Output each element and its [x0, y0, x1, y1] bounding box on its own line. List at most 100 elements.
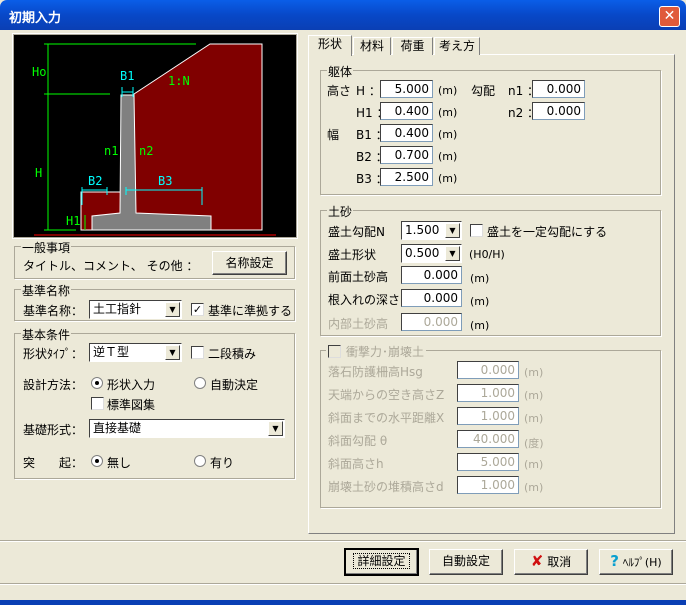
b2-unit: (m): [438, 150, 458, 163]
foundation-select[interactable]: 直接基礎 ▼: [89, 419, 285, 438]
impact-row-label: 斜面勾配 θ: [328, 434, 388, 448]
fill-shape-label: 盛土形状: [328, 248, 377, 262]
two-stage-label: 二段積み: [208, 347, 257, 361]
tab-approach[interactable]: 考え方: [434, 37, 480, 55]
standard-checkbox-label: 基準に準拠する: [208, 304, 293, 318]
n2-input[interactable]: 0.000: [532, 102, 585, 120]
impact-row-unit: (m): [524, 366, 544, 379]
wall-diagram: Ho H H1 n1 n2 1:N B1 B2 B3: [14, 35, 296, 237]
impact-row-input: 1.000: [457, 384, 519, 402]
two-stage-checkbox[interactable]: [191, 346, 204, 359]
fill-shape-unit: (H0/H): [469, 248, 505, 261]
b2-input[interactable]: 0.700: [380, 146, 433, 164]
label-b2: B2: [88, 174, 102, 188]
h1-unit: (m): [438, 106, 458, 119]
const-slope-checkbox[interactable]: [470, 224, 483, 237]
b3-input[interactable]: 2.500: [380, 168, 433, 186]
impact-row-label: 崩壊土砂の堆積高さd: [328, 480, 444, 494]
cancel-label: 取消: [547, 555, 572, 569]
impact-checkbox: [328, 345, 341, 358]
chevron-down-icon: ▼: [165, 302, 180, 317]
tab-shape[interactable]: 形状: [308, 35, 352, 56]
separator: [0, 540, 686, 542]
detail-settings-label: 詳細設定: [353, 553, 410, 569]
impact-row-label: 斜面までの水平距離X: [328, 411, 445, 425]
height-label: 高さ: [327, 84, 352, 98]
tab-load[interactable]: 荷重: [392, 37, 433, 55]
std-drawings-label: 標準図集: [107, 398, 156, 412]
inner-soil-input: 0.000: [401, 313, 462, 331]
inner-soil-unit: (m): [470, 319, 490, 332]
soil-group-title: 土砂: [327, 203, 354, 220]
standard-select-value: 土工指針: [93, 302, 142, 316]
window-title: 初期入力: [9, 11, 62, 26]
help-label: ﾍﾙﾌﾟ(H): [622, 556, 662, 569]
impact-row-unit: (m): [524, 412, 544, 425]
detail-settings-button[interactable]: 詳細設定: [344, 548, 419, 576]
design-shape-input-label: 形状入力: [107, 378, 156, 392]
h1-input[interactable]: 0.400: [380, 102, 433, 120]
b1-unit: (m): [438, 128, 458, 141]
label-n1: n1: [104, 144, 118, 158]
general-group-title: 一般事項: [21, 239, 72, 256]
standard-checkbox[interactable]: ✓: [191, 303, 204, 316]
chevron-down-icon: ▼: [268, 421, 283, 436]
b1-input[interactable]: 0.400: [380, 124, 433, 142]
foundation-value: 直接基礎: [93, 421, 142, 435]
label-b3: B3: [158, 174, 172, 188]
standard-select[interactable]: 土工指針 ▼: [89, 300, 182, 319]
design-method-label: 設計方法：: [23, 378, 84, 392]
projection-label: 突 起：: [23, 456, 84, 470]
label-b1: B1: [120, 69, 134, 83]
projection-none-radio[interactable]: [91, 455, 103, 467]
ground-strip: [34, 234, 276, 236]
fill-slope-select[interactable]: 1.500 ▼: [401, 221, 462, 240]
impact-row-input: 0.000: [457, 361, 519, 379]
slope-label: 勾配: [471, 84, 496, 98]
label-slope: 1:N: [168, 74, 190, 88]
h-unit: (m): [438, 84, 458, 97]
shape-type-value: 逆Ｔ型: [93, 345, 130, 359]
close-button[interactable]: ✕: [659, 6, 680, 27]
impact-row-label: 落石防護柵高Hsg: [328, 365, 423, 379]
design-auto-label: 自動決定: [210, 378, 259, 392]
window-bottom-border: [0, 600, 686, 605]
const-slope-label: 盛土を一定勾配にする: [487, 225, 608, 239]
fill-shape-select[interactable]: 0.500 ▼: [401, 244, 462, 263]
general-text: タイトル、コメント、 その他 ：: [23, 259, 199, 273]
impact-group-title: 衝撃力･崩壊土: [346, 345, 425, 359]
projection-yes-radio[interactable]: [194, 455, 206, 467]
design-auto-radio[interactable]: [194, 377, 206, 389]
embed-depth-input[interactable]: 0.000: [401, 289, 462, 307]
std-drawings-checkbox[interactable]: [91, 397, 104, 410]
b3-unit: (m): [438, 172, 458, 185]
fill-slope-label: 盛土勾配N: [328, 225, 385, 239]
shape-type-label: 形状ﾀｲﾌﾟ：: [23, 347, 84, 361]
help-button[interactable]: ? ﾍﾙﾌﾟ(H): [599, 549, 673, 575]
fill-shape-value: 0.500: [405, 246, 440, 260]
shape-type-select[interactable]: 逆Ｔ型 ▼: [89, 343, 182, 362]
impact-row-unit: (m): [524, 481, 544, 494]
question-icon: ?: [610, 552, 619, 570]
inner-soil-label: 内部土砂高: [328, 317, 389, 331]
standard-group-title: 基準名称: [21, 282, 72, 299]
h-label: H ：: [356, 84, 381, 98]
x-icon: ✘: [530, 552, 544, 570]
n1-input[interactable]: 0.000: [532, 80, 585, 98]
label-ho: Ho: [32, 65, 46, 79]
title-bar: [0, 0, 686, 30]
chevron-down-icon: ▼: [445, 246, 460, 261]
status-separator: [0, 583, 686, 585]
front-soil-unit: (m): [470, 272, 490, 285]
auto-settings-button[interactable]: 自動設定: [429, 549, 503, 575]
tab-material[interactable]: 材料: [353, 37, 391, 55]
front-soil-input[interactable]: 0.000: [401, 266, 462, 284]
cancel-button[interactable]: ✘ 取消: [514, 549, 588, 575]
impact-row-input: 1.000: [457, 476, 519, 494]
name-settings-button[interactable]: 名称設定: [212, 251, 287, 275]
h-input[interactable]: 5.000: [380, 80, 433, 98]
design-shape-input-radio[interactable]: [91, 377, 103, 389]
front-soil-label: 前面土砂高: [328, 270, 389, 284]
embed-depth-label: 根入れの深さ: [328, 293, 401, 307]
width-label: 幅: [327, 128, 340, 142]
